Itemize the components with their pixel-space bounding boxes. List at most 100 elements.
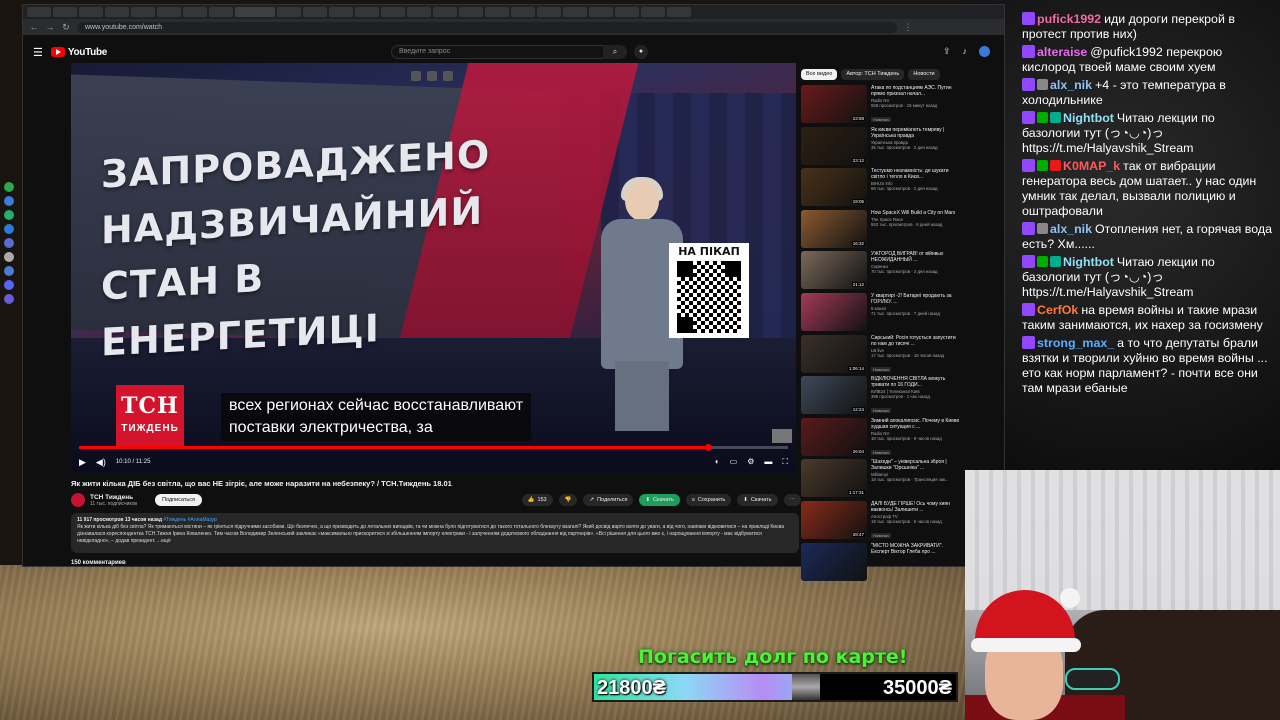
dislike-button[interactable]: 👎 [558, 494, 578, 506]
app-icon[interactable] [4, 224, 14, 234]
channel-watermark[interactable] [772, 429, 792, 443]
more-actions-button[interactable]: ⋯ [783, 494, 801, 506]
browser-tab[interactable] [641, 7, 665, 17]
rec-thumbnail[interactable] [801, 292, 867, 331]
search-input[interactable]: Введите запрос [391, 45, 621, 59]
recommendation-item[interactable]: 1:17:31 "Шахеди" – універсальна зброя | З… [801, 459, 961, 501]
app-icon[interactable] [4, 182, 14, 192]
forward-icon[interactable]: → [45, 22, 55, 32]
browser-tab[interactable] [131, 7, 155, 17]
browser-tab[interactable] [329, 7, 353, 17]
recommendation-item[interactable]: 12:24 ВІДКЛЮЧЕННЯ СВІТЛА можуть тривати п… [801, 376, 961, 418]
recommendation-item[interactable]: 16:32 How SpaceX Will Build a City on Mar… [801, 209, 961, 252]
upload-icon[interactable]: ⇪ [943, 46, 951, 57]
subtitles-icon[interactable]: ▭ [730, 457, 738, 467]
save-button[interactable]: ≡ Сохранить [685, 494, 732, 506]
browser-tab[interactable] [589, 7, 613, 17]
rec-title[interactable]: "Шахеди" – універсальна зброя | Залишки … [871, 459, 961, 471]
progress-scrubber[interactable] [704, 444, 712, 451]
overlay-icon[interactable] [411, 71, 421, 81]
recommendation-item[interactable]: 23:58 Атака по подстанциям АЭС. Путин пря… [801, 85, 961, 127]
browser-tab[interactable] [615, 7, 639, 17]
chat-username[interactable]: alteraise [1037, 45, 1087, 59]
rec-thumbnail[interactable] [801, 542, 867, 581]
browser-tab[interactable] [537, 7, 561, 17]
browser-tab[interactable] [667, 7, 691, 17]
chat-username[interactable]: CerfOk [1037, 303, 1078, 317]
rec-thumbnail[interactable]: 1:17:31 [801, 459, 867, 498]
autoplay-toggle[interactable]: ◐ [715, 457, 720, 467]
browser-tab[interactable] [459, 7, 483, 17]
browser-tab[interactable] [485, 7, 509, 17]
account-avatar[interactable] [979, 46, 990, 57]
channel-avatar[interactable] [71, 493, 85, 507]
rec-title[interactable]: УЖГОРОД ВИГРАВ! от війнвых НЕОЖИДАННЫЙ .… [871, 251, 961, 263]
browser-tab[interactable] [79, 7, 103, 17]
video-player[interactable]: ЗАПРОВАДЖЕНО НАДЗВИЧАЙНИЙ СТАН В ЕНЕРГЕТ… [71, 63, 796, 473]
browser-tab[interactable] [27, 7, 51, 17]
channel-name[interactable]: ТСН Тиждень [90, 494, 137, 501]
browser-tab[interactable] [277, 7, 301, 17]
search-button[interactable]: ⌕ [603, 45, 627, 59]
play-icon[interactable]: ▶ [79, 457, 86, 468]
browser-tab-active[interactable] [235, 7, 275, 17]
chat-username[interactable]: strong_max_ [1037, 336, 1114, 350]
menu-icon[interactable]: ☰ [33, 46, 43, 59]
hashtags[interactable]: #Тиждень #АллаМазур [163, 517, 216, 523]
download-secondary-button[interactable]: ⬇ Скачать [737, 494, 778, 506]
rec-thumbnail[interactable]: 16:32 [801, 209, 867, 248]
bell-icon[interactable]: ♪ [963, 46, 968, 57]
rec-thumbnail[interactable]: 19:05 [801, 168, 867, 207]
chip-all[interactable]: Все видео [801, 69, 838, 80]
browser-tab[interactable] [209, 7, 233, 17]
rec-title[interactable]: How SpaceX Will Build a City on Mars [871, 210, 955, 216]
browser-tab[interactable] [303, 7, 327, 17]
app-icon[interactable] [4, 238, 14, 248]
volume-icon[interactable]: ◀) [96, 457, 106, 468]
chat-username[interactable]: alx_nik [1050, 222, 1092, 236]
rec-title[interactable]: ДАЛІ БУДЕ ГІРШЕ! Ось чому киян ваквонсь!… [871, 501, 961, 513]
rec-title[interactable]: Сирський: Росія готується запустити по н… [871, 335, 961, 347]
rec-title[interactable]: ВІДКЛЮЧЕННЯ СВІТЛА можуть тривати по 16 … [871, 376, 961, 388]
recommendation-item[interactable]: У квартирі -2! Батареї продають за ГОРІЛ… [801, 292, 961, 335]
browser-tab[interactable] [105, 7, 129, 17]
reload-icon[interactable]: ↻ [61, 22, 71, 33]
browser-tab[interactable] [433, 7, 457, 17]
theater-mode-icon[interactable]: ▬ [764, 457, 772, 467]
rec-thumbnail[interactable]: 23:12 [801, 126, 867, 165]
share-button[interactable]: ↗ Поделиться [583, 494, 634, 506]
browser-tab[interactable] [157, 7, 181, 17]
app-icon[interactable] [4, 280, 14, 290]
youtube-logo[interactable]: YouTube [50, 47, 107, 58]
recommendation-item[interactable]: 26:04 Зимний апокалипсис. Почему в Киеве … [801, 417, 961, 460]
rec-thumbnail[interactable]: 1:06:14 [801, 334, 867, 373]
rec-thumbnail[interactable]: 28:47 [801, 500, 867, 539]
settings-icon[interactable]: ⚙ [747, 457, 754, 467]
browser-tab[interactable] [183, 7, 207, 17]
back-icon[interactable]: ← [29, 22, 39, 32]
rec-title[interactable]: Атака по подстанциям АЭС. Путин прямо пр… [871, 85, 961, 97]
chat-username[interactable]: alx_nik [1050, 78, 1092, 92]
chat-username[interactable]: K0MAP_k [1063, 159, 1120, 173]
chip-author[interactable]: Автор: ТСН Тиждень [841, 69, 905, 80]
chat-username[interactable]: Nightbot [1063, 111, 1114, 125]
browser-tab[interactable] [407, 7, 431, 17]
browser-tab[interactable] [355, 7, 379, 17]
url-field[interactable]: www.youtube.com/watch [77, 21, 897, 33]
rec-thumbnail[interactable]: 23:58 [801, 85, 867, 123]
app-icon[interactable] [4, 252, 14, 262]
like-button[interactable]: 👍 153 [521, 494, 553, 506]
chip-news[interactable]: Новости [908, 69, 940, 80]
recommendation-item[interactable]: 28:47 ДАЛІ БУДЕ ГІРШЕ! Ось чому киян вакв… [801, 500, 961, 543]
app-icon[interactable] [4, 196, 14, 206]
rec-thumbnail[interactable]: 26:04 [801, 417, 867, 456]
app-icon[interactable] [4, 210, 14, 220]
rec-thumbnail[interactable]: 12:24 [801, 376, 867, 415]
overlay-icon[interactable] [443, 71, 453, 81]
overlay-icon[interactable] [427, 71, 437, 81]
recommendation-item[interactable]: 21:12 УЖГОРОД ВИГРАВ! от війнвых НЕОЖИДАН… [801, 251, 961, 293]
chat-username[interactable]: Nightbot [1063, 255, 1114, 269]
progress-bar[interactable] [79, 444, 788, 451]
app-icon[interactable] [4, 266, 14, 276]
subscribe-button[interactable]: Подписаться [155, 494, 203, 506]
